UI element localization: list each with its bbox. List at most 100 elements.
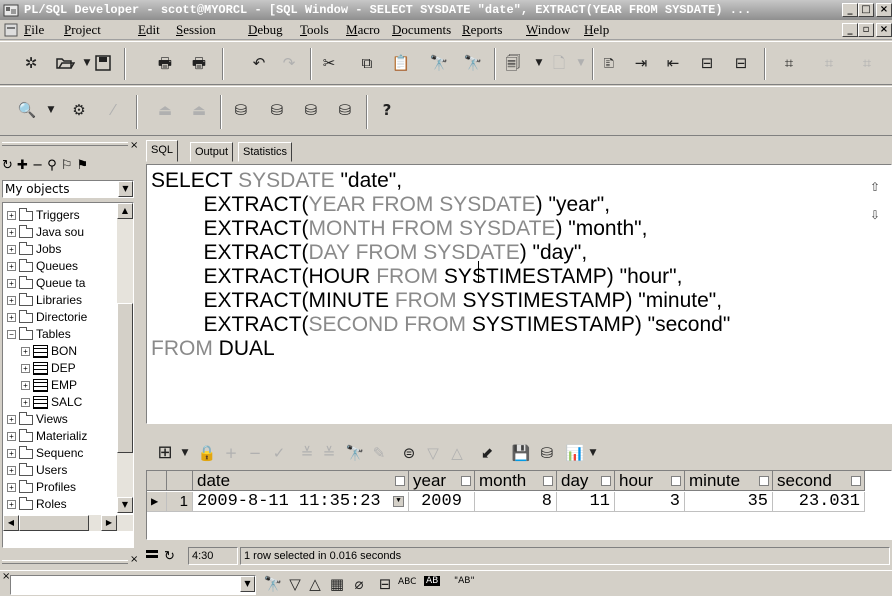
panel-grip[interactable] bbox=[2, 560, 128, 564]
comment-icon[interactable]: ⌗ bbox=[778, 52, 800, 74]
find-icon[interactable]: 🔭 bbox=[262, 573, 284, 595]
window-list-dropdown-icon[interactable]: ▼ bbox=[528, 52, 550, 74]
tree-item[interactable]: + Libraries bbox=[7, 292, 82, 309]
row-number[interactable]: 1 bbox=[167, 492, 193, 512]
print-preview-icon[interactable]: 🖶 bbox=[188, 52, 210, 74]
zoom-dropdown-icon[interactable]: ▼ bbox=[40, 99, 62, 121]
maximize-button[interactable]: □ bbox=[858, 3, 874, 17]
sort-icon[interactable]: ⚑ bbox=[77, 158, 89, 173]
find-records-icon[interactable]: 🔭 bbox=[344, 442, 366, 464]
filter-icon[interactable]: ⚐ bbox=[61, 158, 73, 173]
tree-item[interactable]: + Java sou bbox=[7, 224, 84, 241]
new-icon[interactable]: ✲ bbox=[20, 52, 42, 74]
column-header-year[interactable]: year bbox=[409, 471, 475, 491]
regex-toggle[interactable]: "AB" bbox=[454, 576, 475, 586]
edit-icon[interactable]: ✎ bbox=[368, 442, 390, 464]
expand-icon[interactable]: + bbox=[7, 296, 16, 306]
scroll-thumb[interactable] bbox=[117, 303, 133, 453]
menu-reports[interactable]: Reports bbox=[462, 22, 502, 38]
expand-icon[interactable]: + bbox=[21, 398, 30, 408]
column-header-minute[interactable]: minute bbox=[685, 471, 773, 491]
tree-item[interactable]: + Roles bbox=[7, 496, 67, 513]
tree-item[interactable]: + Users bbox=[7, 462, 67, 479]
tab-statistics[interactable]: Statistics bbox=[238, 142, 293, 162]
sql-editor[interactable]: SELECT SYSDATE "date", EXTRACT(YEAR FROM… bbox=[146, 164, 892, 424]
expand-icon[interactable]: + bbox=[7, 449, 16, 459]
tree-item[interactable]: + Directorie bbox=[7, 309, 87, 326]
whole-word-toggle[interactable]: AB bbox=[424, 576, 441, 586]
print-icon[interactable]: 🖶 bbox=[154, 52, 176, 74]
child-close-button[interactable]: × bbox=[876, 23, 892, 37]
cell-year[interactable]: 2009 bbox=[409, 492, 475, 512]
menu-window[interactable]: Window bbox=[526, 22, 570, 38]
expand-icon[interactable]: + bbox=[21, 381, 30, 391]
panel-close-icon[interactable]: × bbox=[130, 140, 138, 151]
query-by-example-icon[interactable]: ≚ bbox=[296, 442, 318, 464]
collapse-icon[interactable]: − bbox=[7, 330, 16, 340]
import-icon[interactable]: ⊟ bbox=[696, 52, 718, 74]
tree-item[interactable]: + Triggers bbox=[7, 207, 80, 224]
single-record-view-icon[interactable]: ⊜ bbox=[398, 442, 420, 464]
export-results-icon[interactable]: ⬋ bbox=[476, 442, 498, 464]
menu-help[interactable]: Help bbox=[584, 22, 609, 38]
indent-icon[interactable]: ⇥ bbox=[630, 52, 652, 74]
db-session-icon[interactable]: ⛁ bbox=[334, 99, 356, 121]
menu-debug[interactable]: Debug bbox=[248, 22, 283, 38]
scroll-down-icon[interactable]: ▼ bbox=[117, 497, 133, 513]
add-icon[interactable]: ✚ bbox=[17, 158, 28, 173]
tab-sql[interactable]: SQL bbox=[146, 140, 179, 162]
highlight-icon[interactable]: ▦ bbox=[326, 573, 348, 595]
erase-highlight-icon[interactable]: ⌀ bbox=[348, 573, 370, 595]
tree-item[interactable]: + SALC bbox=[21, 394, 82, 411]
cell-day[interactable]: 11 bbox=[557, 492, 615, 512]
tree-item[interactable]: + Queue ta bbox=[7, 275, 85, 292]
uncomment-icon[interactable]: ⌗ bbox=[818, 52, 840, 74]
chevron-down-icon[interactable]: ▼ bbox=[240, 576, 255, 592]
column-header-month[interactable]: month bbox=[475, 471, 557, 491]
child-restore-button[interactable]: ▫ bbox=[858, 23, 874, 37]
expand-icon[interactable]: + bbox=[7, 228, 16, 238]
last-page-icon[interactable]: △ bbox=[446, 442, 468, 464]
commit-icon[interactable]: ⏏ bbox=[154, 99, 176, 121]
find-next-icon[interactable]: ▽ bbox=[284, 573, 306, 595]
next-window-dropdown-icon[interactable]: ▼ bbox=[570, 52, 592, 74]
find-previous-icon[interactable]: △ bbox=[304, 573, 326, 595]
expand-icon[interactable]: + bbox=[7, 483, 16, 493]
object-filter-select[interactable]: My objects ▼ bbox=[2, 180, 134, 198]
find-icon[interactable]: 🔭 bbox=[428, 52, 450, 74]
next-page-icon[interactable]: ▽ bbox=[422, 442, 444, 464]
scroll-right-icon[interactable]: ▶ bbox=[101, 515, 117, 531]
expand-icon[interactable]: + bbox=[7, 313, 16, 323]
tree-item[interactable]: + Views bbox=[7, 411, 68, 428]
close-button[interactable]: × bbox=[876, 3, 892, 17]
tree-horizontal-scrollbar[interactable]: ◀ ▶ bbox=[3, 515, 133, 531]
tree-item[interactable]: − Tables bbox=[7, 326, 71, 343]
child-minimize-button[interactable]: _ bbox=[842, 23, 858, 37]
menu-documents[interactable]: Documents bbox=[392, 22, 451, 38]
next-statement-icon[interactable]: ⇩ bbox=[868, 208, 882, 222]
menu-tools[interactable]: Tools bbox=[300, 22, 329, 38]
export-icon[interactable]: ⊟ bbox=[730, 52, 752, 74]
clear-filter-icon[interactable]: ≚ bbox=[318, 442, 340, 464]
grid-select-dropdown-icon[interactable]: ▼ bbox=[174, 442, 196, 464]
minimize-button[interactable]: _ bbox=[842, 3, 858, 17]
save-results-icon[interactable]: 💾 bbox=[510, 442, 532, 464]
db-connect-icon[interactable]: ⛁ bbox=[230, 99, 252, 121]
expand-icon[interactable]: + bbox=[7, 211, 16, 221]
expand-icon[interactable]: + bbox=[21, 364, 30, 374]
menu-edit[interactable]: Edit bbox=[138, 22, 160, 38]
open-icon[interactable] bbox=[54, 52, 76, 74]
cell-hour[interactable]: 3 bbox=[615, 492, 685, 512]
find-options-icon[interactable]: ⊟ bbox=[374, 573, 396, 595]
expand-icon[interactable]: + bbox=[21, 347, 30, 357]
scroll-up-icon[interactable]: ▲ bbox=[117, 203, 133, 219]
doc-icon[interactable] bbox=[3, 22, 19, 38]
window-list-icon[interactable]: 🗐 bbox=[502, 52, 524, 74]
cut-icon[interactable]: ✂ bbox=[318, 52, 340, 74]
menu-project[interactable]: Project bbox=[64, 22, 101, 38]
column-header-second[interactable]: second bbox=[773, 471, 865, 491]
describe-icon[interactable]: 🗈 bbox=[598, 52, 620, 74]
expand-icon[interactable]: + bbox=[7, 432, 16, 442]
redo-icon[interactable]: ↷ bbox=[278, 52, 300, 74]
tree-item[interactable]: + Jobs bbox=[7, 241, 61, 258]
